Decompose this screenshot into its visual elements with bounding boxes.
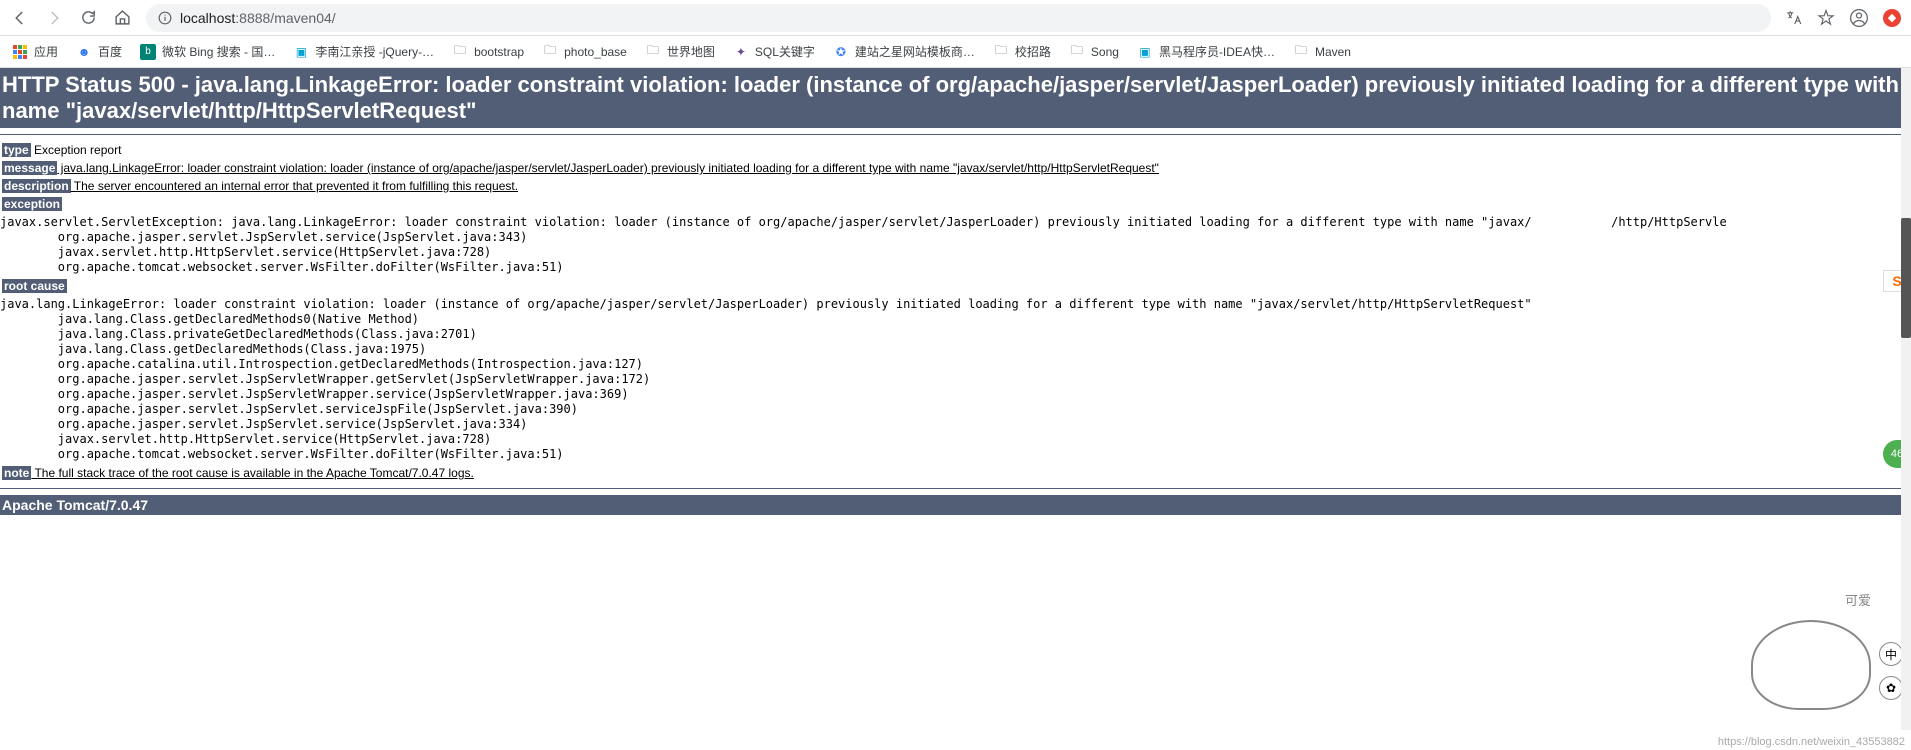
rootcause-trace: java.lang.LinkageError: loader constrain… xyxy=(0,295,1911,464)
side-button-flower[interactable]: ✿ xyxy=(1879,676,1903,700)
bookmark-label: 应用 xyxy=(34,43,58,60)
folder-icon: 🗀 xyxy=(645,44,661,60)
exception-trace: javax.servlet.ServletException: java.lan… xyxy=(0,213,1911,277)
home-button[interactable] xyxy=(112,8,132,28)
bookmark-baidu[interactable]: ☻ 百度 xyxy=(76,43,122,60)
back-button[interactable] xyxy=(10,8,30,28)
sql-icon: ✦ xyxy=(733,44,749,60)
bookmark-label: 黑马程序员-IDEA快… xyxy=(1159,43,1275,60)
message-label: message xyxy=(2,161,57,175)
bookmark-label: 建站之星网站模板商… xyxy=(855,43,975,60)
bookmark-label: 世界地图 xyxy=(667,43,715,60)
description-value: The server encountered an internal error… xyxy=(71,179,518,193)
bookmarks-bar: 应用 ☻ 百度 b 微软 Bing 搜索 - 国… ▣ 李南江亲授 -jQuer… xyxy=(0,36,1911,68)
star-site-icon: ✪ xyxy=(833,44,849,60)
url-text: localhost:8888/maven04/ xyxy=(180,10,336,26)
watermark: https://blog.csdn.net/weixin_43553882 xyxy=(1718,736,1905,748)
bookmark-bing[interactable]: b 微软 Bing 搜索 - 国… xyxy=(140,43,275,60)
url-bar[interactable]: localhost:8888/maven04/ xyxy=(146,4,1771,32)
type-label: type xyxy=(2,143,31,157)
rootcause-label: root cause xyxy=(2,279,67,293)
mascot-widget[interactable]: 可爱 xyxy=(1751,590,1891,710)
bookmark-maven[interactable]: 🗀 Maven xyxy=(1293,44,1351,60)
folder-icon: 🗀 xyxy=(1069,44,1085,60)
bookmark-label: SQL关键字 xyxy=(755,43,815,60)
tomcat-footer: Apache Tomcat/7.0.47 xyxy=(0,495,1911,515)
bookmark-label: Maven xyxy=(1315,45,1351,59)
bookmark-label: 百度 xyxy=(98,43,122,60)
bilibili-icon: ▣ xyxy=(1137,44,1153,60)
translate-icon[interactable] xyxy=(1785,9,1803,27)
toolbar-right: ◆ xyxy=(1785,8,1901,28)
side-buttons: 中 ✿ xyxy=(1879,642,1903,700)
forward-button[interactable] xyxy=(44,8,64,28)
bilibili-icon: ▣ xyxy=(293,44,309,60)
bookmark-label: 微软 Bing 搜索 - 国… xyxy=(162,43,275,60)
star-icon[interactable] xyxy=(1817,9,1835,27)
type-line: type Exception report xyxy=(0,141,1911,159)
info-icon xyxy=(158,11,172,25)
bookmark-label: bootstrap xyxy=(474,45,524,59)
description-label: description xyxy=(2,179,71,193)
bing-icon: b xyxy=(140,44,156,60)
message-value: java.lang.LinkageError: loader constrain… xyxy=(57,161,1159,175)
rootcause-line: root cause xyxy=(0,277,1911,295)
mascot-face-icon xyxy=(1751,620,1871,710)
bookmark-photo-base[interactable]: 🗀 photo_base xyxy=(542,44,627,60)
folder-icon: 🗀 xyxy=(452,44,468,60)
description-line: description The server encountered an in… xyxy=(0,177,1911,195)
extension-icon[interactable]: ◆ xyxy=(1883,9,1901,27)
profile-icon[interactable] xyxy=(1849,8,1869,28)
separator xyxy=(0,488,1911,489)
note-value: The full stack trace of the root cause i… xyxy=(31,466,473,480)
bookmark-jianzhan[interactable]: ✪ 建站之星网站模板商… xyxy=(833,43,975,60)
separator xyxy=(0,134,1911,135)
status-title: HTTP Status 500 - java.lang.LinkageError… xyxy=(0,68,1911,128)
folder-icon: 🗀 xyxy=(542,44,558,60)
bookmark-label: 李南江亲授 -jQuery-… xyxy=(315,43,434,60)
mascot-label: 可爱 xyxy=(1845,590,1871,609)
note-line: note The full stack trace of the root ca… xyxy=(0,464,1911,482)
message-line: message java.lang.LinkageError: loader c… xyxy=(0,159,1911,177)
error-page: HTTP Status 500 - java.lang.LinkageError… xyxy=(0,68,1911,515)
folder-icon: 🗀 xyxy=(993,44,1009,60)
baidu-icon: ☻ xyxy=(76,44,92,60)
bookmark-sql[interactable]: ✦ SQL关键字 xyxy=(733,43,815,60)
browser-toolbar: localhost:8888/maven04/ ◆ xyxy=(0,0,1911,36)
bookmark-worldmap[interactable]: 🗀 世界地图 xyxy=(645,43,715,60)
bookmark-jquery[interactable]: ▣ 李南江亲授 -jQuery-… xyxy=(293,43,434,60)
bookmark-label: Song xyxy=(1091,45,1119,59)
bookmark-heima[interactable]: ▣ 黑马程序员-IDEA快… xyxy=(1137,43,1275,60)
bookmark-label: photo_base xyxy=(564,45,627,59)
folder-icon: 🗀 xyxy=(1293,44,1309,60)
bookmark-song[interactable]: 🗀 Song xyxy=(1069,44,1119,60)
side-button-lang[interactable]: 中 xyxy=(1879,642,1903,666)
note-label: note xyxy=(2,466,31,480)
bookmark-bootstrap[interactable]: 🗀 bootstrap xyxy=(452,44,524,60)
reload-button[interactable] xyxy=(78,8,98,28)
scrollbar-thumb[interactable] xyxy=(1901,218,1911,338)
exception-line: exception xyxy=(0,195,1911,213)
bookmark-label: 校招路 xyxy=(1015,43,1051,60)
type-value: Exception report xyxy=(31,143,122,157)
scrollbar[interactable] xyxy=(1901,68,1911,730)
exception-label: exception xyxy=(2,197,62,211)
bookmark-xiaozhao[interactable]: 🗀 校招路 xyxy=(993,43,1051,60)
bookmark-apps[interactable]: 应用 xyxy=(12,43,58,60)
apps-icon xyxy=(12,44,28,60)
